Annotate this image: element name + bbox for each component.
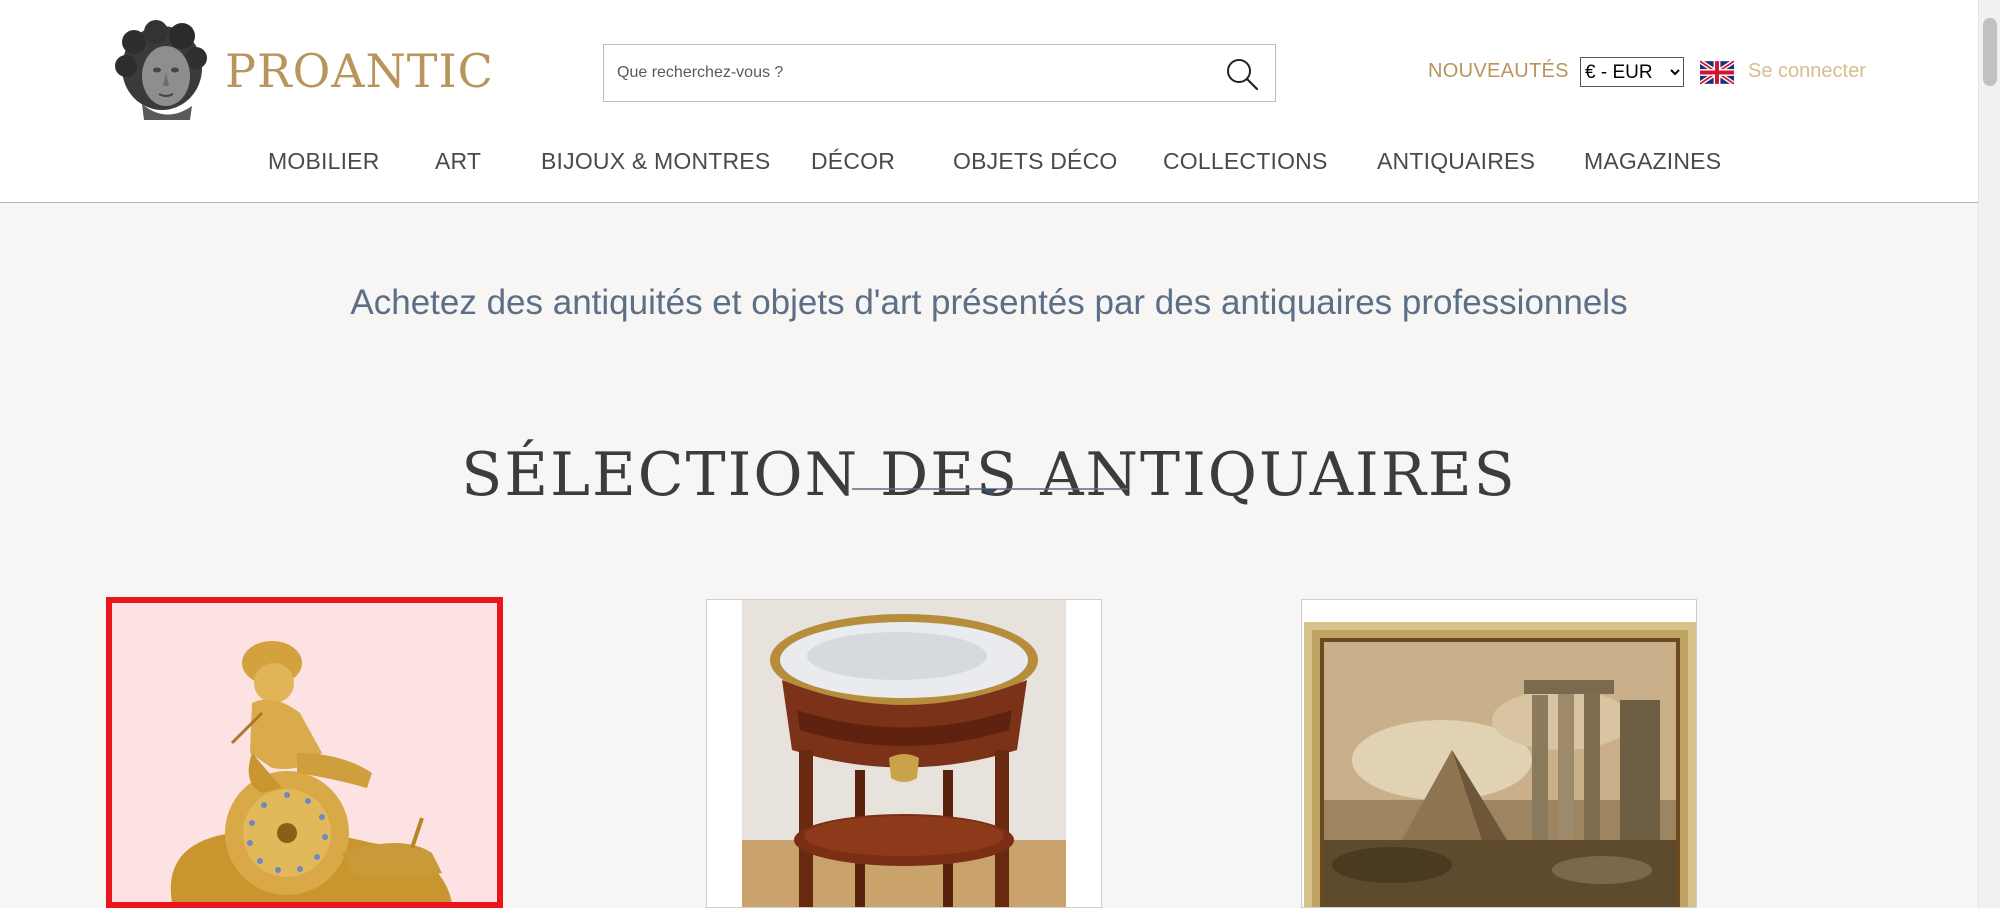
search-box bbox=[603, 44, 1276, 102]
gilt-bronze-clock-image bbox=[112, 603, 497, 902]
product-card-painting[interactable] bbox=[1301, 599, 1697, 908]
nav-objets-deco[interactable]: OBJETS DÉCO bbox=[953, 148, 1118, 175]
brand-name[interactable]: PROANTIC bbox=[225, 44, 494, 98]
nav-art[interactable]: ART bbox=[435, 148, 481, 175]
login-link[interactable]: Se connecter bbox=[1748, 60, 1866, 83]
product-card-table[interactable] bbox=[706, 599, 1102, 908]
search-icon[interactable] bbox=[1224, 56, 1260, 92]
section-title: SÉLECTION DES ANTIQUAIRES bbox=[461, 440, 1517, 511]
nav-antiquaires[interactable]: ANTIQUAIRES bbox=[1377, 148, 1535, 175]
logo-icon[interactable] bbox=[112, 20, 210, 122]
nav-collections[interactable]: COLLECTIONS bbox=[1163, 148, 1328, 175]
side-table-image bbox=[707, 600, 1101, 907]
main-nav: MOBILIER ART BIJOUX & MONTRES DÉCOR OBJE… bbox=[0, 148, 1978, 178]
nav-magazines[interactable]: MAGAZINES bbox=[1584, 148, 1721, 175]
title-divider bbox=[852, 488, 1128, 495]
tagline: Achetez des antiquités et objets d'art p… bbox=[350, 283, 1628, 323]
currency-select[interactable]: € - EUR bbox=[1580, 57, 1684, 87]
nav-decor[interactable]: DÉCOR bbox=[811, 148, 895, 175]
uk-flag-icon[interactable] bbox=[1700, 60, 1734, 85]
search-input[interactable] bbox=[604, 45, 1204, 101]
site-header: PROANTIC NOUVEAUTÉS € - EUR Se connecter… bbox=[0, 0, 1978, 203]
product-card-clock[interactable] bbox=[106, 597, 503, 908]
scrollbar[interactable] bbox=[1978, 0, 2000, 908]
ruins-painting-image bbox=[1302, 600, 1696, 907]
new-arrivals-link[interactable]: NOUVEAUTÉS bbox=[1428, 60, 1569, 83]
scroll-thumb[interactable] bbox=[1983, 18, 1997, 86]
page: PROANTIC NOUVEAUTÉS € - EUR Se connecter… bbox=[0, 0, 2000, 908]
nav-bijoux-montres[interactable]: BIJOUX & MONTRES bbox=[541, 148, 770, 175]
nav-mobilier[interactable]: MOBILIER bbox=[268, 148, 380, 175]
